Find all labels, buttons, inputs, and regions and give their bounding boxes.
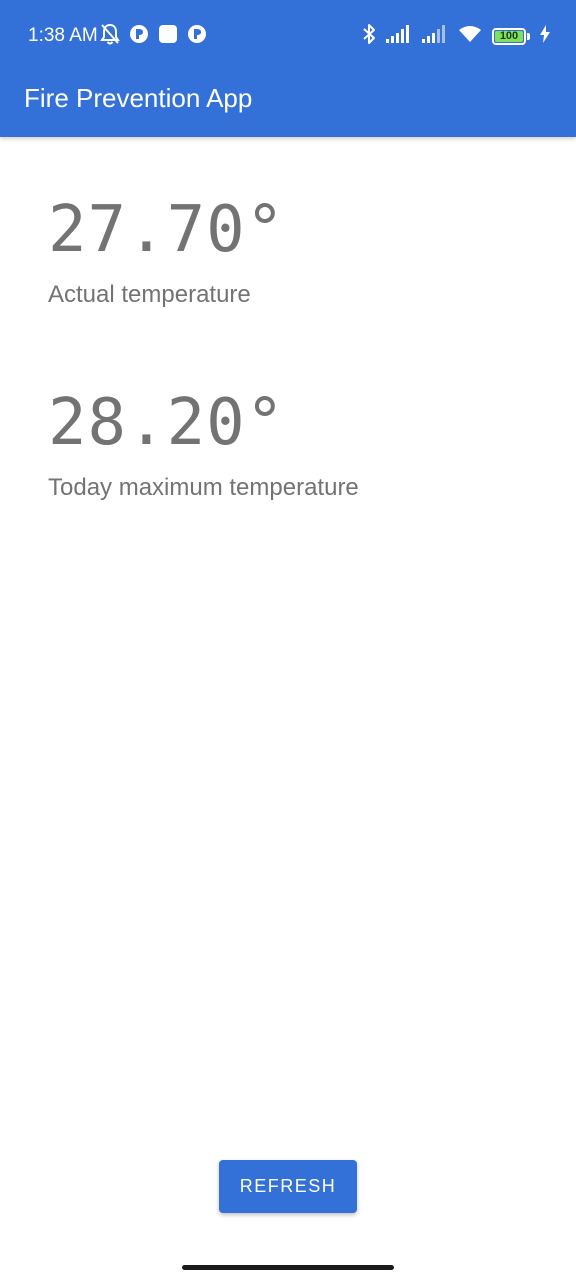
actual-temperature-card: 27.70° Actual temperature [48,194,285,310]
app-notification-square-icon [158,24,178,49]
app-title: Fire Prevention App [24,83,253,113]
max-temperature-card: 28.20° Today maximum temperature [48,387,359,503]
notifications-muted-icon [100,23,120,50]
actual-temperature-value: 27.70° [48,193,286,267]
max-temperature-value: 28.20° [48,386,286,460]
actual-temperature-label: Actual temperature [48,281,251,308]
status-right-icons: 100 [362,23,550,50]
app-notification-icon [187,24,207,49]
app-header: 1:38 AM 100 Fire Prevention App [0,0,576,137]
status-time: 1:38 AM [28,25,98,46]
max-temperature-label: Today maximum temperature [48,474,359,501]
battery-nub [527,32,530,40]
battery-body: 100 [492,27,526,45]
battery-icon: 100 [492,27,530,45]
battery-level: 100 [499,29,519,42]
wifi-icon [458,25,482,48]
status-bar: 1:38 AM 100 [0,0,576,72]
refresh-button[interactable]: REFRESH [219,1160,357,1213]
home-indicator[interactable] [182,1265,394,1270]
signal-icon [422,24,448,48]
charging-icon [540,24,550,48]
signal-icon [386,24,412,48]
bluetooth-icon [362,23,376,50]
app-notification-icon [129,24,149,49]
app-screen: 1:38 AM 100 Fire Prevention App 27.70° A… [0,0,576,1280]
status-left-icons [100,23,207,50]
